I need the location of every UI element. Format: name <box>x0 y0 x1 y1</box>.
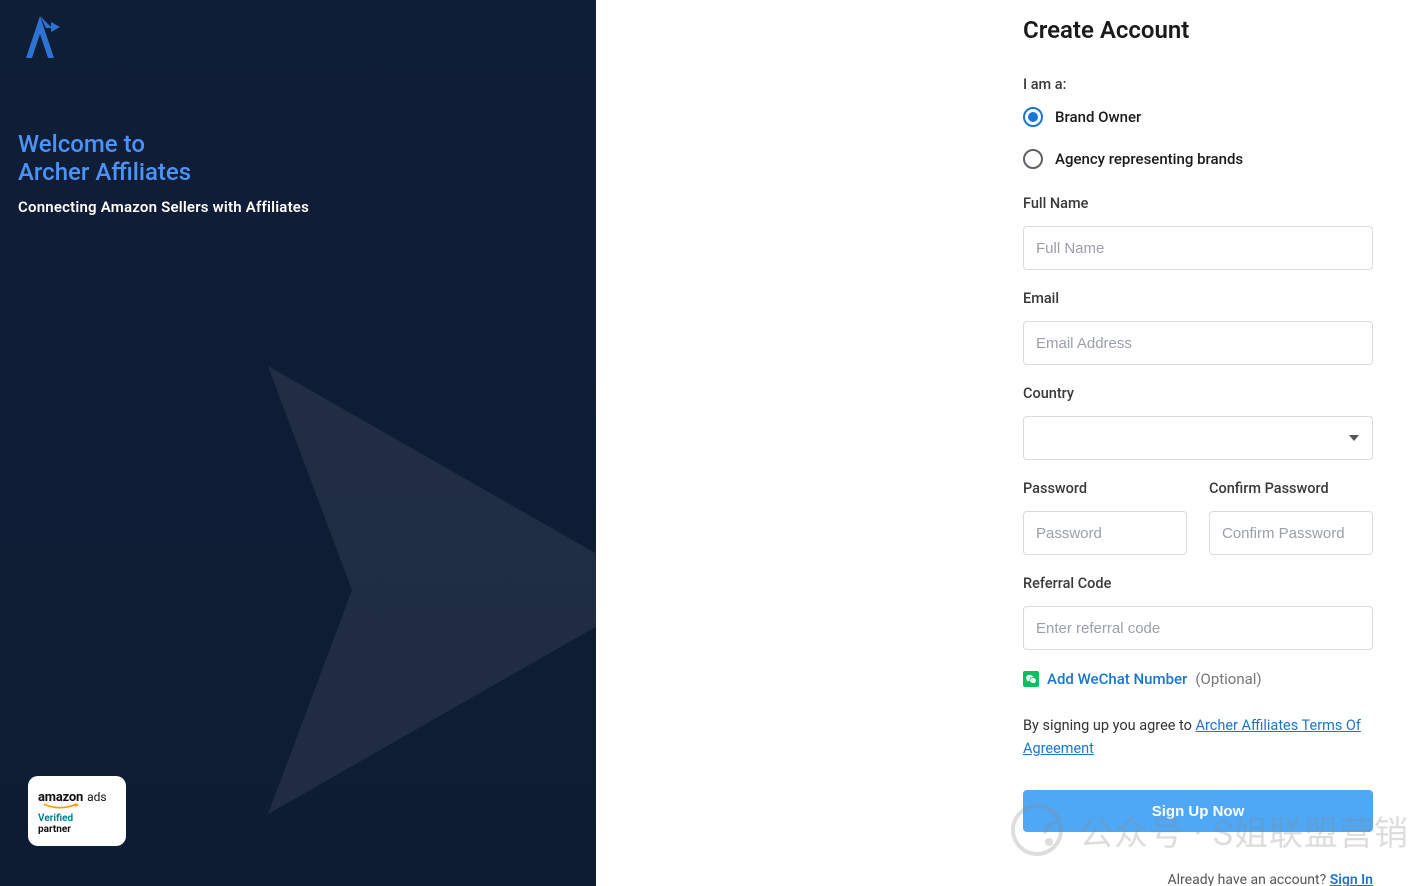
badge-partner-text: partner <box>38 824 116 835</box>
confirm-password-label: Confirm Password <box>1209 480 1373 497</box>
confirm-password-input[interactable] <box>1209 511 1373 555</box>
tagline: Connecting Amazon Sellers with Affiliate… <box>18 198 578 216</box>
badge-ads-text: ads <box>87 790 107 804</box>
signin-row: Already have an account? Sign In <box>1023 872 1373 886</box>
bg-arrow-graphic <box>156 310 596 870</box>
country-label: Country <box>1023 385 1373 402</box>
referral-label: Referral Code <box>1023 575 1373 592</box>
page-title: Create Account <box>1023 16 1373 44</box>
badge-verified-text: Verified <box>38 813 116 824</box>
sign-in-link[interactable]: Sign In <box>1330 872 1373 886</box>
country-select[interactable] <box>1023 416 1373 460</box>
radio-agency-label: Agency representing brands <box>1055 150 1243 168</box>
radio-brand-label: Brand Owner <box>1055 108 1141 126</box>
radio-brand-owner[interactable]: Brand Owner <box>1023 107 1373 127</box>
radio-agency[interactable]: Agency representing brands <box>1023 149 1373 169</box>
terms-prefix: By signing up you agree to <box>1023 717 1196 734</box>
left-hero-panel: Welcome to Archer Affiliates Connecting … <box>0 0 596 886</box>
iam-label: I am a: <box>1023 76 1373 93</box>
referral-input[interactable] <box>1023 606 1373 650</box>
fullname-label: Full Name <box>1023 195 1373 212</box>
signin-prefix: Already have an account? <box>1168 872 1330 886</box>
welcome-line-2: Archer Affiliates <box>18 158 578 186</box>
radio-unchecked-icon <box>1023 149 1043 169</box>
amazon-ads-badge: amazon ads Verified partner <box>28 776 126 846</box>
wechat-icon <box>1023 671 1039 687</box>
password-label: Password <box>1023 480 1187 497</box>
wechat-optional-text: (Optional) <box>1195 670 1261 688</box>
brand-logo <box>18 14 578 70</box>
password-input[interactable] <box>1023 511 1187 555</box>
fullname-input[interactable] <box>1023 226 1373 270</box>
add-wechat-link[interactable]: Add WeChat Number <box>1047 670 1187 688</box>
email-label: Email <box>1023 290 1373 307</box>
amazon-smile-icon <box>38 803 88 811</box>
terms-text: By signing up you agree to Archer Affili… <box>1023 714 1373 760</box>
right-form-panel: Create Account I am a: Brand Owner Agenc… <box>596 0 1419 886</box>
sign-up-button[interactable]: Sign Up Now <box>1023 790 1373 832</box>
welcome-line-1: Welcome to <box>18 130 578 158</box>
radio-checked-icon <box>1023 107 1043 127</box>
email-input[interactable] <box>1023 321 1373 365</box>
